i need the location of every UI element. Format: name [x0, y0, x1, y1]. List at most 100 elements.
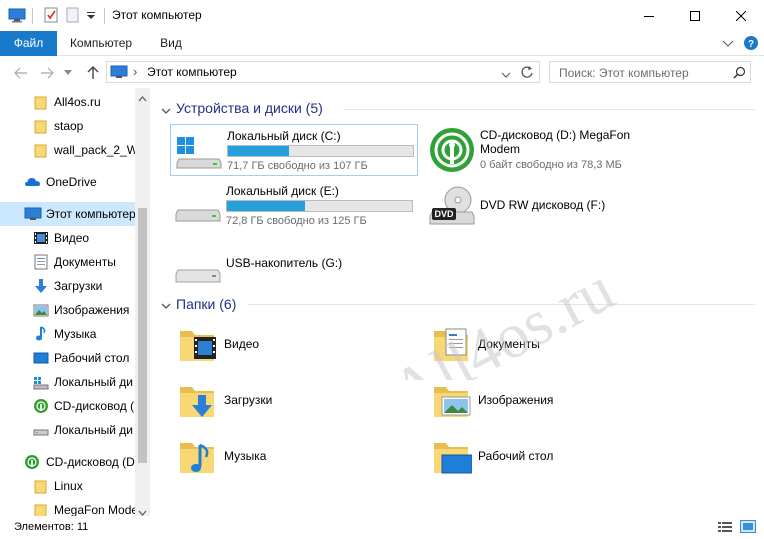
tiles-view-icon[interactable]: [740, 520, 756, 536]
nav-item-label: Загрузки: [54, 279, 103, 293]
video-icon: [33, 230, 49, 246]
windows-drive-icon: [175, 135, 223, 174]
customize-toolbar-icon[interactable]: [84, 6, 102, 24]
group-header-devices[interactable]: Устройства и диски (5): [176, 100, 323, 116]
drive-tile-g[interactable]: USB-накопитель (G:): [170, 248, 418, 300]
folder-tile-music[interactable]: Музыка: [178, 433, 418, 481]
chevron-down-icon: [64, 70, 72, 75]
nav-item-documents[interactable]: Документы: [0, 250, 135, 274]
nav-item-pictures[interactable]: Изображения: [0, 298, 135, 322]
breadcrumb-separator[interactable]: ›: [133, 64, 137, 79]
new-folder-icon[interactable]: [64, 6, 82, 24]
nav-scrollbar[interactable]: [135, 88, 150, 516]
drive-free-space: 0 байт свободно из 78,3 МБ: [480, 159, 622, 171]
nav-item-label: Музыка: [54, 327, 97, 341]
documents-icon: [33, 254, 49, 270]
nav-item-linux[interactable]: Linux: [0, 474, 135, 498]
back-button[interactable]: [12, 64, 30, 82]
pictures-icon: [33, 302, 49, 318]
content-pane: Устройства и диски (5) Локальный диск (C…: [150, 88, 764, 516]
drive-tile-e[interactable]: Локальный диск (E:) 72,8 ГБ свободно из …: [170, 180, 418, 232]
folder-name: Видео: [224, 337, 260, 351]
nav-item-downloads[interactable]: Загрузки: [0, 274, 135, 298]
refresh-icon[interactable]: [520, 65, 534, 82]
nav-item-label: Этот компьютер: [46, 207, 135, 221]
folder-icon: [33, 478, 49, 494]
nav-item-cd-drive-d[interactable]: CD-дисковод (D: [0, 450, 135, 474]
recent-locations-button[interactable]: [62, 64, 74, 82]
nav-item-all4os[interactable]: All4os.ru: [0, 90, 135, 114]
music-icon: [33, 326, 49, 342]
nav-item-this-pc[interactable]: Этот компьютер: [0, 202, 135, 226]
dvd-drive-icon: DVD: [428, 184, 476, 231]
address-dropdown-icon[interactable]: [501, 68, 511, 82]
group-divider: [248, 304, 755, 305]
minimize-icon: [644, 15, 654, 17]
desktop-folder-icon: [432, 437, 473, 480]
scrollbar-thumb[interactable]: [138, 208, 147, 463]
forward-button[interactable]: [38, 64, 56, 82]
nav-item-cd-drive[interactable]: CD-дисковод (: [0, 394, 135, 418]
nav-item-local-disk-c[interactable]: Локальный ди: [0, 370, 135, 394]
windows-drive-icon: [33, 374, 49, 390]
nav-item-local-disk-e[interactable]: Локальный ди: [0, 418, 135, 442]
nav-item-label: Видео: [54, 231, 90, 245]
folder-name: Изображения: [478, 393, 554, 407]
folder-icon: [33, 118, 49, 134]
tab-file[interactable]: Файл: [0, 31, 57, 56]
maximize-button[interactable]: [672, 0, 718, 31]
nav-item-label: Локальный ди: [54, 375, 133, 389]
divider: [32, 8, 33, 24]
folder-tile-video[interactable]: Видео: [178, 321, 418, 369]
drive-name: Локальный диск (E:): [226, 184, 339, 198]
collapse-group-icon[interactable]: [161, 299, 171, 313]
folder-tile-documents[interactable]: Документы: [432, 321, 672, 369]
collapse-group-icon[interactable]: [161, 104, 171, 118]
drive-tile-f[interactable]: DVD DVD RW дисковод (F:): [424, 180, 684, 232]
tab-view[interactable]: Вид: [150, 31, 192, 56]
minimize-button[interactable]: [626, 0, 672, 31]
search-input[interactable]: Поиск: Этот компьютер: [549, 61, 751, 83]
nav-item-staop[interactable]: staop: [0, 114, 135, 138]
folder-tile-pictures[interactable]: Изображения: [432, 377, 672, 425]
hard-drive-icon: [33, 422, 49, 438]
nav-item-megafon-modem[interactable]: MegaFon Mode: [0, 498, 135, 516]
nav-item-wall-pack[interactable]: wall_pack_2_Wi: [0, 138, 135, 162]
close-button[interactable]: [718, 0, 764, 31]
drive-tile-d[interactable]: CD-дисковод (D:) MegaFon Modem 0 байт св…: [424, 124, 684, 176]
nav-item-onedrive[interactable]: OneDrive: [0, 170, 135, 194]
expand-ribbon-icon[interactable]: [722, 38, 734, 52]
tab-computer[interactable]: Компьютер: [63, 31, 139, 56]
address-bar[interactable]: › Этот компьютер: [106, 61, 540, 83]
divider: [104, 8, 105, 24]
back-arrow-icon: [14, 67, 27, 79]
drive-usage-fill: [228, 146, 290, 156]
help-icon[interactable]: ?: [743, 35, 759, 54]
nav-item-music[interactable]: Музыка: [0, 322, 135, 346]
group-header-folders[interactable]: Папки (6): [176, 296, 236, 312]
drive-tile-c[interactable]: Локальный диск (C:) 71,7 ГБ свободно из …: [170, 124, 418, 176]
computer-icon: [110, 64, 128, 83]
folder-tile-downloads[interactable]: Загрузки: [178, 377, 418, 425]
up-button[interactable]: [84, 64, 102, 82]
details-view-icon[interactable]: [718, 521, 732, 536]
properties-icon[interactable]: [42, 6, 60, 24]
downloads-icon: [33, 278, 49, 294]
ribbon-tabs: Файл Компьютер Вид ?: [0, 31, 764, 56]
nav-item-video[interactable]: Видео: [0, 226, 135, 250]
megafon-icon: [24, 454, 40, 470]
drive-free-space: 72,8 ГБ свободно из 125 ГБ: [226, 215, 367, 227]
breadcrumb[interactable]: Этот компьютер: [147, 65, 237, 79]
scroll-up-icon[interactable]: [138, 91, 147, 105]
folder-icon: [33, 502, 49, 516]
drive-name: USB-накопитель (G:): [226, 256, 343, 270]
navigation-pane: All4os.ru staop wall_pack_2_Wi OneDrive …: [0, 88, 150, 516]
drive-free-space: 71,7 ГБ свободно из 107 ГБ: [227, 160, 368, 172]
documents-folder-icon: [432, 325, 472, 368]
maximize-icon: [690, 10, 700, 21]
nav-item-label: Локальный ди: [54, 423, 133, 437]
folder-tile-desktop[interactable]: Рабочий стол: [432, 433, 672, 481]
nav-item-desktop[interactable]: Рабочий стол: [0, 346, 135, 370]
search-placeholder: Поиск: Этот компьютер: [559, 66, 689, 80]
computer-icon[interactable]: [8, 6, 26, 24]
